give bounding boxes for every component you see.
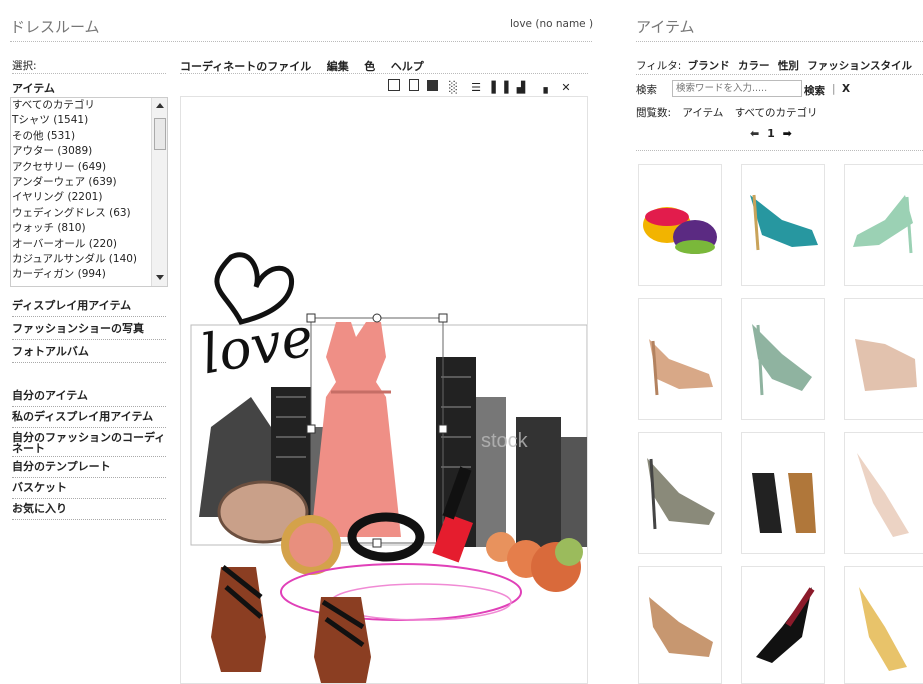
rotate-handle xyxy=(372,313,382,323)
filter-row: フィルタ: ブランド カラー 性別 ファッションスタイル xyxy=(636,58,912,73)
group-icon[interactable]: ░ xyxy=(447,81,461,95)
wedge-shoe-right xyxy=(314,597,371,683)
item-thumb-black-wedge[interactable] xyxy=(741,432,825,554)
dressroom-title: ドレスルーム xyxy=(10,18,100,36)
filter-label: フィルタ: xyxy=(636,60,682,72)
item-thumb-black-red-pump[interactable] xyxy=(741,566,825,684)
category-item[interactable]: カーディガン (994) xyxy=(11,267,150,282)
new-icon[interactable] xyxy=(388,79,400,91)
watermark-text: stock xyxy=(481,430,529,452)
page-number[interactable]: 1 xyxy=(767,127,775,140)
menu-edit[interactable]: 編集 xyxy=(327,60,349,73)
search-input[interactable] xyxy=(672,80,802,97)
sidebar-link-display-items[interactable]: ディスプレイ用アイテム xyxy=(12,296,166,317)
next-page-icon[interactable]: ➡ xyxy=(783,127,792,140)
flip-icon[interactable]: ▌▐ xyxy=(492,81,509,95)
user-name[interactable]: love (no name ) xyxy=(510,18,593,30)
item-thumb-nude-pump[interactable] xyxy=(844,432,923,554)
filter-color[interactable]: カラー xyxy=(738,60,770,72)
browse-category-link[interactable]: すべてのカテゴリ xyxy=(735,107,818,119)
clear-search-button[interactable]: X xyxy=(842,83,850,95)
menu-help[interactable]: ヘルプ xyxy=(391,60,424,73)
sidebar-link-basket[interactable]: バスケット xyxy=(12,478,166,499)
menu-divider xyxy=(180,73,588,74)
items-section-label[interactable]: アイテム xyxy=(12,80,55,96)
select-label: 選択: xyxy=(12,60,37,72)
filter-brand[interactable]: ブランド xyxy=(688,60,730,72)
item-thumb-yellow-pump[interactable] xyxy=(844,566,923,684)
item-thumb-mint-heels[interactable] xyxy=(844,164,923,286)
editor-toolbar: ░ ☰ ▌▐ ▟ ▗ ✕ xyxy=(383,79,573,95)
category-item[interactable]: その他 (531) xyxy=(11,129,150,144)
sidebar-link-favorites[interactable]: お気に入り xyxy=(12,499,166,520)
caps-image xyxy=(643,207,717,254)
editor-menu: コーディネートのファイル 編集 色 ヘルプ xyxy=(180,58,436,74)
category-scrollbar[interactable] xyxy=(151,98,167,286)
item-thumb-teal-heels[interactable] xyxy=(741,164,825,286)
menu-file[interactable]: コーディネートのファイル xyxy=(180,60,311,73)
align-icon[interactable]: ☰ xyxy=(469,81,483,95)
send-back-icon[interactable]: ▗ xyxy=(537,81,551,95)
wedge-shoe-left xyxy=(211,567,266,672)
search-label: 検索 xyxy=(636,84,657,96)
sidebar-link-my-items[interactable]: 自分のアイテム xyxy=(12,386,166,407)
bring-front-icon[interactable]: ▟ xyxy=(514,81,528,95)
item-thumb-grey-pumps[interactable] xyxy=(638,432,722,554)
item-thumb-tan-sandal[interactable] xyxy=(638,566,722,684)
category-item[interactable]: カジュアルサンダル (140) xyxy=(11,252,150,267)
menu-color[interactable]: 色 xyxy=(364,60,375,73)
sidebar-link-my-templates[interactable]: 自分のテンプレート xyxy=(12,457,166,478)
pagination-divider xyxy=(636,150,923,151)
scroll-thumb[interactable] xyxy=(154,118,166,150)
scroll-up-icon[interactable] xyxy=(156,103,164,108)
sidebar-link-fashion-show[interactable]: ファッションショーの写真 xyxy=(12,319,166,340)
category-item[interactable]: アクセサリー (649) xyxy=(11,160,150,175)
category-item[interactable]: ウェディングドレス (63) xyxy=(11,206,150,221)
category-item[interactable]: アンダーウェア (639) xyxy=(11,175,150,190)
select-divider xyxy=(12,73,166,74)
sidebar-link-my-display-items[interactable]: 私のディスプレイ用アイテム xyxy=(12,407,166,428)
item-thumb-mint-peeptoe[interactable] xyxy=(741,298,825,420)
category-list[interactable]: すべてのカテゴリ Tシャツ (1541) その他 (531) アウター (308… xyxy=(10,97,168,287)
swirl-deco xyxy=(280,563,522,621)
item-thumb-nude-slingback[interactable] xyxy=(638,298,722,420)
filter-gender[interactable]: 性別 xyxy=(778,60,799,72)
category-item[interactable]: ウォッチ (810) xyxy=(11,221,150,236)
prev-page-icon[interactable]: ⬅ xyxy=(750,127,759,140)
add-layer-icon[interactable] xyxy=(408,79,419,91)
filter-divider xyxy=(636,74,923,75)
category-item[interactable]: アウター (3089) xyxy=(11,144,150,159)
header-divider xyxy=(10,41,592,42)
items-header-divider xyxy=(636,41,923,42)
items-panel-title: アイテム xyxy=(636,18,695,36)
search-button[interactable]: 検索 xyxy=(804,83,825,98)
browse-label: 閲覧数: xyxy=(636,107,672,119)
sidebar-link-my-coordinates[interactable]: 自分のファッションのコーディネート xyxy=(12,428,166,457)
category-item[interactable]: Tシャツ (1541) xyxy=(11,113,150,128)
search-separator: | xyxy=(832,83,836,95)
category-item[interactable]: オーバーオール (220) xyxy=(11,237,150,252)
filter-style[interactable]: ファッションスタイル xyxy=(807,60,912,72)
category-item[interactable]: イヤリング (2201) xyxy=(11,190,150,205)
delete-icon[interactable]: ✕ xyxy=(559,81,573,95)
browse-items-link[interactable]: アイテム xyxy=(682,107,723,119)
scroll-down-icon[interactable] xyxy=(156,275,164,280)
canvas-collage: stock love xyxy=(190,252,587,683)
sidebar-link-photo-album[interactable]: フォトアルバム xyxy=(12,342,166,363)
category-item[interactable]: すべてのカテゴリ xyxy=(11,98,150,113)
item-thumb-caps[interactable] xyxy=(638,164,722,286)
crop-icon[interactable] xyxy=(427,80,438,91)
browse-row: 閲覧数: アイテム すべてのカテゴリ xyxy=(636,105,818,120)
pagination: ⬅ 1 ➡ xyxy=(750,127,792,140)
item-thumb-nude-ruffle[interactable] xyxy=(844,298,923,420)
editor-canvas[interactable]: stock love xyxy=(180,96,588,684)
